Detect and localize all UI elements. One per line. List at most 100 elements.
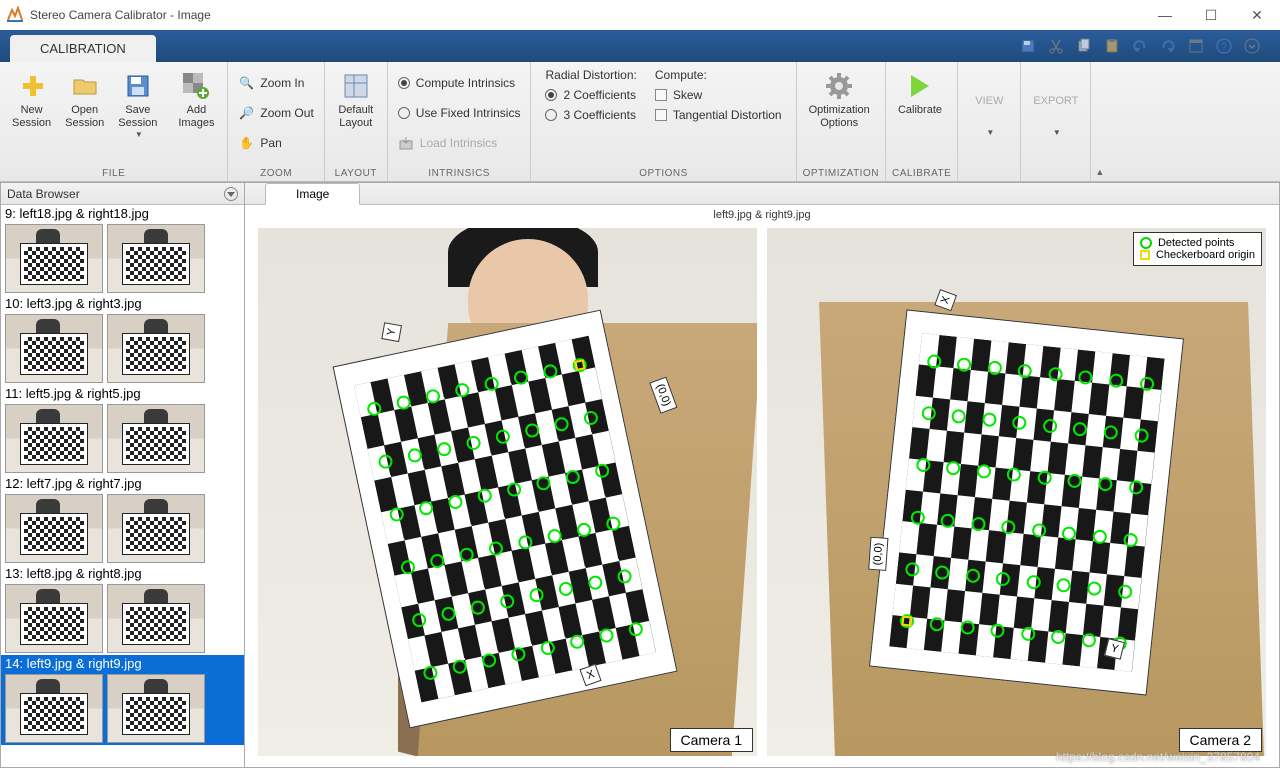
detected-point <box>981 412 996 427</box>
play-icon <box>911 75 929 97</box>
detected-point <box>488 540 505 557</box>
list-item[interactable]: 10: left3.jpg & right3.jpg <box>1 295 244 385</box>
detected-point <box>965 568 980 583</box>
detected-point <box>990 623 1005 638</box>
detected-point <box>388 506 405 523</box>
thumbnail <box>5 494 103 563</box>
tab-image[interactable]: Image <box>265 183 360 205</box>
detected-point <box>1037 470 1052 485</box>
list-item[interactable]: 14: left9.jpg & right9.jpg <box>1 655 244 745</box>
checkbox-icon <box>655 89 667 101</box>
detected-point <box>436 440 453 457</box>
optimization-options-button[interactable]: Optimization Options <box>803 66 876 134</box>
legend-detected: Detected points <box>1158 237 1234 249</box>
detected-point <box>440 605 457 622</box>
detected-point <box>576 521 593 538</box>
list-item[interactable]: 11: left5.jpg & right5.jpg <box>1 385 244 475</box>
ribbon-collapse-button[interactable]: ▲ <box>1090 62 1108 181</box>
detected-point <box>483 375 500 392</box>
detected-point <box>1108 373 1123 388</box>
options-icon[interactable] <box>1244 38 1260 54</box>
cut-icon[interactable] <box>1048 38 1064 54</box>
detected-point <box>1097 477 1112 492</box>
export-dropdown[interactable]: EXPORT ▼ <box>1027 91 1084 142</box>
compute-intrinsics-radio[interactable]: Compute Intrinsics <box>394 70 519 96</box>
detected-point <box>1012 415 1027 430</box>
pan-button[interactable]: ✋ Pan <box>234 130 285 156</box>
checkbox-skew[interactable]: Skew <box>655 88 782 102</box>
checkbox-tangential[interactable]: Tangential Distortion <box>655 108 782 122</box>
copy-icon[interactable] <box>1076 38 1092 54</box>
close-button[interactable]: ✕ <box>1234 0 1280 30</box>
load-intrinsics-button[interactable]: Load Intrinsics <box>394 130 501 156</box>
optimization-label: Optimization Options <box>809 104 870 130</box>
chevron-down-icon: ▼ <box>986 128 994 138</box>
add-images-button[interactable]: Add Images <box>171 66 221 134</box>
windows-icon[interactable] <box>1188 38 1204 54</box>
radio-icon <box>545 89 557 101</box>
detected-point <box>513 369 530 386</box>
detected-point <box>557 580 574 597</box>
detected-point <box>553 415 570 432</box>
radio-icon <box>545 109 557 121</box>
panel-menu-icon[interactable] <box>224 187 238 201</box>
radio-2-coefficients[interactable]: 2 Coefficients <box>545 88 636 102</box>
minimize-button[interactable]: — <box>1142 0 1188 30</box>
detected-point <box>1128 480 1143 495</box>
zoom-in-icon: 🔍 <box>238 75 254 91</box>
ribbon-intrinsics-label: INTRINSICS <box>394 166 525 181</box>
detected-point <box>987 360 1002 375</box>
detected-point <box>1042 418 1057 433</box>
detected-point <box>971 516 986 531</box>
detected-point <box>1133 428 1148 443</box>
ribbon-group-layout: Default Layout LAYOUT <box>325 62 388 181</box>
thumbnail <box>107 494 205 563</box>
gear-icon <box>823 70 855 102</box>
maximize-button[interactable]: ☐ <box>1188 0 1234 30</box>
zoom-out-button[interactable]: 🔎 Zoom Out <box>234 100 317 126</box>
ribbon-options-label: OPTIONS <box>537 166 789 181</box>
detected-point <box>598 626 615 643</box>
detected-point <box>605 515 622 532</box>
help-icon[interactable]: ? <box>1216 38 1232 54</box>
redo-icon[interactable] <box>1160 38 1176 54</box>
undo-icon[interactable] <box>1132 38 1148 54</box>
zoom-in-button[interactable]: 🔍 Zoom In <box>234 70 308 96</box>
chevron-down-icon: ▼ <box>1053 128 1061 138</box>
data-browser-header[interactable]: Data Browser <box>1 183 244 205</box>
detected-point <box>400 558 417 575</box>
use-fixed-intrinsics-radio[interactable]: Use Fixed Intrinsics <box>394 100 525 126</box>
paste-icon[interactable] <box>1104 38 1120 54</box>
detected-point <box>499 592 516 609</box>
list-item[interactable]: 13: left8.jpg & right8.jpg <box>1 565 244 655</box>
tab-calibration[interactable]: CALIBRATION <box>10 35 156 62</box>
default-layout-button[interactable]: Default Layout <box>331 66 381 134</box>
list-item[interactable]: 12: left7.jpg & right7.jpg <box>1 475 244 565</box>
new-session-button[interactable]: New Session <box>6 66 57 134</box>
detected-point <box>476 487 493 504</box>
detected-point <box>1031 522 1046 537</box>
view-dropdown[interactable]: VIEW ▼ <box>964 91 1014 142</box>
svg-text:?: ? <box>1221 42 1227 53</box>
detected-point <box>458 546 475 563</box>
image-pair-list[interactable]: 9: left18.jpg & right18.jpg10: left3.jpg… <box>1 205 244 767</box>
thumbnail <box>5 674 103 743</box>
detected-point <box>957 357 972 372</box>
ribbon-group-export: EXPORT ▼ <box>1021 62 1090 181</box>
detected-point <box>366 400 383 417</box>
camera-2-view[interactable]: X (0,0) Y Detected points Checkerboard o… <box>766 227 1267 757</box>
save-icon[interactable] <box>1020 38 1036 54</box>
calibrate-button[interactable]: Calibrate <box>892 66 948 121</box>
list-item[interactable]: 9: left18.jpg & right18.jpg <box>1 205 244 295</box>
ribbon-file-label: FILE <box>6 166 221 181</box>
save-session-button[interactable]: Save Session ▼ <box>112 66 163 144</box>
detected-point <box>1056 578 1071 593</box>
radio-3-coefficients[interactable]: 3 Coefficients <box>545 108 636 122</box>
default-layout-label: Default Layout <box>338 104 373 130</box>
open-session-button[interactable]: Open Session <box>59 66 110 134</box>
detected-point <box>1073 422 1088 437</box>
data-browser-panel: Data Browser 9: left18.jpg & right18.jpg… <box>1 183 245 767</box>
ribbon-group-calibrate: Calibrate CALIBRATE <box>886 62 958 181</box>
camera-1-view[interactable]: Y (0,0) X Camera 1 <box>257 227 758 757</box>
chevron-up-icon: ▲ <box>1095 167 1104 177</box>
